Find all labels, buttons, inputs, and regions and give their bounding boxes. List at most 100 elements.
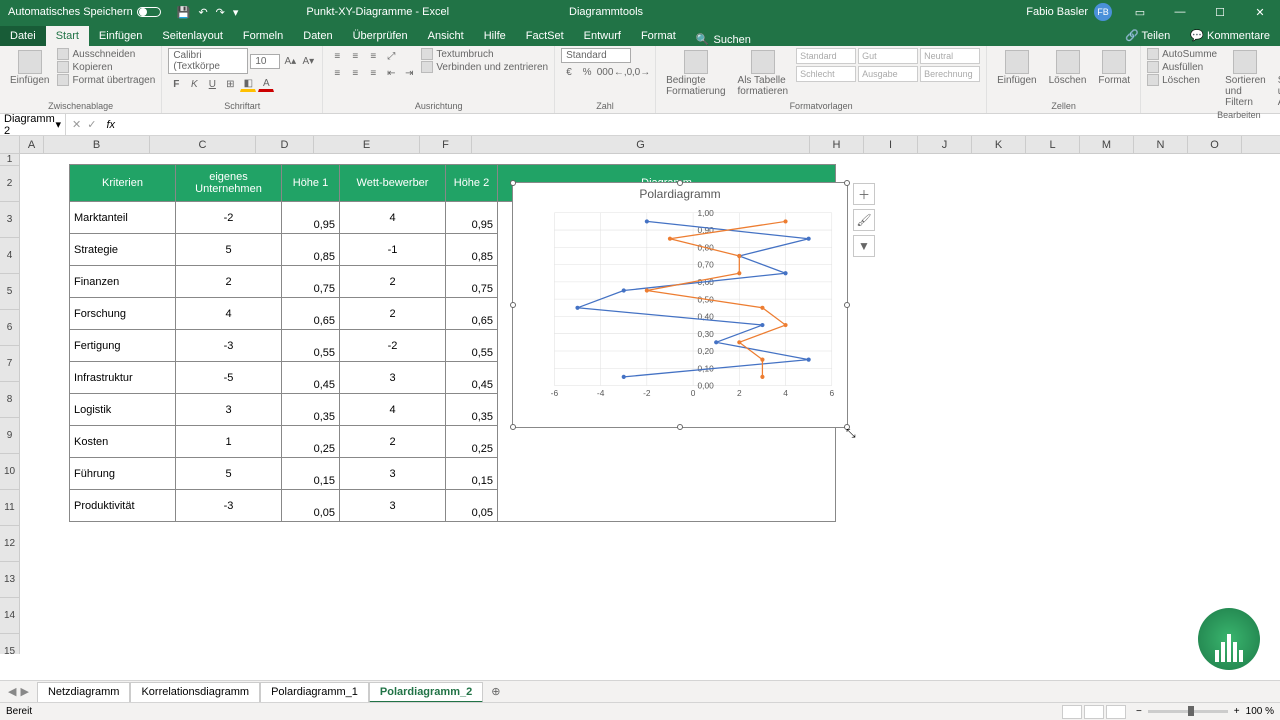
col-header[interactable]: G (472, 136, 810, 153)
col-header[interactable]: A (20, 136, 44, 153)
align-center-icon[interactable]: ≡ (347, 65, 363, 81)
dec-decimal-icon[interactable]: ,0→ (633, 64, 649, 80)
align-bottom-icon[interactable]: ≡ (365, 48, 381, 64)
chart-object[interactable]: Polardiagramm -6-4-202460,000,100,200,30… (512, 182, 848, 428)
row-header[interactable]: 9 (0, 418, 19, 454)
autosave-toggle[interactable]: Automatisches Speichern (0, 6, 169, 18)
row-header[interactable]: 14 (0, 598, 19, 634)
qat-more-icon[interactable]: ▾ (233, 6, 239, 19)
sheet-tab[interactable]: Polardiagramm_2 (369, 682, 483, 703)
comments-button[interactable]: 💬 Kommentare (1180, 25, 1280, 46)
row-header[interactable]: 10 (0, 454, 19, 490)
close-icon[interactable]: ✕ (1240, 6, 1280, 19)
row-header[interactable]: 1 (0, 154, 19, 166)
share-button[interactable]: 🔗 Teilen (1115, 25, 1180, 46)
paste-button[interactable]: Einfügen (6, 48, 53, 88)
sheet-tab[interactable]: Polardiagramm_1 (260, 682, 369, 703)
style-schlecht[interactable]: Schlecht (796, 66, 856, 82)
row-header[interactable]: 4 (0, 238, 19, 274)
style-berechnung[interactable]: Berechnung (920, 66, 980, 82)
merge-center-button[interactable]: Verbinden und zentrieren (421, 61, 548, 73)
row-header[interactable]: 5 (0, 274, 19, 310)
row-header[interactable]: 6 (0, 310, 19, 346)
zoom-in-button[interactable]: + (1234, 706, 1240, 717)
align-middle-icon[interactable]: ≡ (347, 48, 363, 64)
col-header[interactable]: C (150, 136, 256, 153)
fx-icon[interactable]: fx (102, 119, 119, 131)
decrease-font-icon[interactable]: A▾ (300, 53, 316, 69)
sheet-next-icon[interactable]: ▶ (20, 685, 28, 698)
bold-button[interactable]: F (168, 76, 184, 92)
wrap-text-button[interactable]: Textumbruch (421, 48, 548, 60)
enter-formula-icon[interactable]: ✓ (87, 118, 96, 131)
ribbon-options-icon[interactable]: ▭ (1120, 6, 1160, 19)
currency-icon[interactable]: € (561, 64, 577, 80)
row-header[interactable]: 13 (0, 562, 19, 598)
col-header[interactable]: M (1080, 136, 1134, 153)
col-header[interactable]: K (972, 136, 1026, 153)
style-standard[interactable]: Standard (796, 48, 856, 64)
orientation-icon[interactable]: ⤢ (383, 48, 399, 64)
col-header[interactable]: F (420, 136, 472, 153)
tab-entwurf[interactable]: Entwurf (574, 26, 631, 46)
sort-filter-button[interactable]: Sortieren und Filtern (1221, 48, 1270, 110)
indent-inc-icon[interactable]: ⇥ (401, 65, 417, 81)
tab-einfuegen[interactable]: Einfügen (89, 26, 152, 46)
thousands-icon[interactable]: 000 (597, 64, 613, 80)
format-as-table-button[interactable]: Als Tabelle formatieren (734, 48, 793, 99)
col-header[interactable]: J (918, 136, 972, 153)
col-header[interactable]: I (864, 136, 918, 153)
undo-icon[interactable]: ↶ (198, 6, 207, 19)
font-size-select[interactable]: 10 (250, 54, 280, 69)
select-all-corner[interactable] (0, 136, 20, 153)
align-left-icon[interactable]: ≡ (329, 65, 345, 81)
tab-hilfe[interactable]: Hilfe (474, 26, 516, 46)
sheet-tab[interactable]: Netzdiagramm (37, 682, 131, 703)
chart-styles-button[interactable]: 🖌 (853, 209, 875, 231)
row-header[interactable]: 12 (0, 526, 19, 562)
inc-decimal-icon[interactable]: ←,0 (615, 64, 631, 80)
tab-file[interactable]: Datei (0, 26, 46, 46)
find-select-button[interactable]: Suchen und Auswählen (1274, 48, 1280, 110)
row-header[interactable]: 3 (0, 202, 19, 238)
col-header[interactable]: B (44, 136, 150, 153)
name-box[interactable]: Diagramm 2▾ (0, 113, 66, 137)
conditional-format-button[interactable]: Bedingte Formatierung (662, 48, 729, 99)
insert-cells-button[interactable]: Einfügen (993, 48, 1040, 88)
redo-icon[interactable]: ↷ (216, 6, 225, 19)
minimize-icon[interactable]: — (1160, 6, 1200, 19)
row-header[interactable]: 11 (0, 490, 19, 526)
clear-button[interactable]: Löschen (1147, 74, 1217, 86)
tab-ansicht[interactable]: Ansicht (418, 26, 474, 46)
col-header[interactable]: E (314, 136, 420, 153)
row-header[interactable]: 8 (0, 382, 19, 418)
save-icon[interactable]: 💾 (177, 6, 191, 19)
autosum-button[interactable]: AutoSumme (1147, 48, 1217, 60)
tab-formeln[interactable]: Formeln (233, 26, 293, 46)
zoom-out-button[interactable]: − (1136, 706, 1142, 717)
increase-font-icon[interactable]: A▴ (282, 53, 298, 69)
view-page-break-button[interactable] (1106, 705, 1126, 719)
sheet-tab[interactable]: Korrelationsdiagramm (130, 682, 260, 703)
fill-button[interactable]: Ausfüllen (1147, 61, 1217, 73)
row-header[interactable]: 15 (0, 634, 19, 654)
copy-button[interactable]: Kopieren (57, 61, 155, 73)
format-cells-button[interactable]: Format (1094, 48, 1134, 88)
tab-start[interactable]: Start (46, 26, 89, 46)
cut-button[interactable]: Ausschneiden (57, 48, 155, 60)
delete-cells-button[interactable]: Löschen (1045, 48, 1091, 88)
cancel-formula-icon[interactable]: ✕ (72, 118, 81, 131)
col-header[interactable]: O (1188, 136, 1242, 153)
add-sheet-button[interactable]: ⊕ (483, 685, 508, 698)
col-header[interactable]: H (810, 136, 864, 153)
font-name-select[interactable]: Calibri (Textkörpe (168, 48, 248, 74)
chart-elements-button[interactable]: ＋ (853, 183, 875, 205)
align-top-icon[interactable]: ≡ (329, 48, 345, 64)
style-gut[interactable]: Gut (858, 48, 918, 64)
view-normal-button[interactable] (1062, 705, 1082, 719)
maximize-icon[interactable]: ☐ (1200, 6, 1240, 19)
user-account[interactable]: Fabio Basler FB (1018, 3, 1120, 21)
indent-dec-icon[interactable]: ⇤ (383, 65, 399, 81)
underline-button[interactable]: U (204, 76, 220, 92)
chart-filters-button[interactable]: ▼ (853, 235, 875, 257)
